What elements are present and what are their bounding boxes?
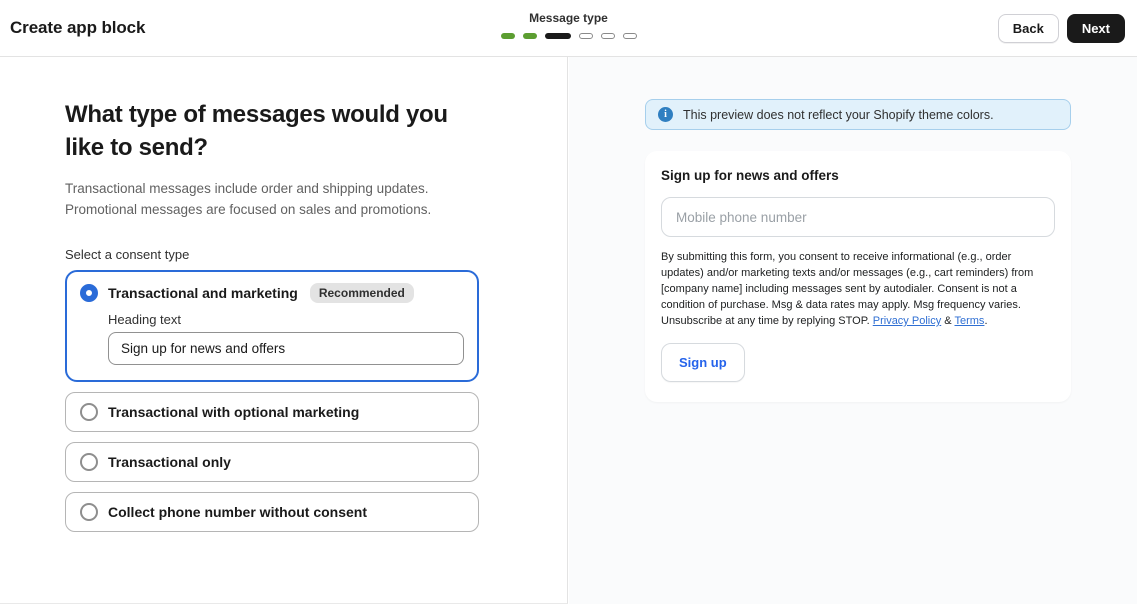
progress-step-label: Message type: [501, 11, 637, 25]
consent-type-label: Select a consent type: [65, 247, 527, 262]
progress-pill: [523, 33, 537, 39]
progress-pill: [545, 33, 571, 39]
back-button[interactable]: Back: [998, 14, 1059, 43]
consent-options-list: Transactional and marketing Recommended …: [65, 270, 479, 532]
option-transactional-only[interactable]: Transactional only: [65, 442, 479, 482]
legal-text: &: [941, 315, 954, 327]
option-label: Transactional with optional marketing: [108, 404, 359, 420]
heading-text-input[interactable]: [108, 332, 464, 365]
header-actions: Back Next: [998, 14, 1125, 43]
question-description: Transactional messages include order and…: [65, 178, 495, 220]
signup-form-preview: Sign up for news and offers By submittin…: [645, 151, 1071, 402]
radio-icon[interactable]: [80, 503, 98, 521]
progress-pill: [601, 33, 615, 39]
option-label: Transactional only: [108, 454, 231, 470]
legal-disclaimer: By submitting this form, you consent to …: [661, 249, 1055, 329]
preview-panel: i This preview does not reflect your Sho…: [569, 57, 1137, 604]
option-collect-phone-without-consent[interactable]: Collect phone number without consent: [65, 492, 479, 532]
sign-up-button[interactable]: Sign up: [661, 343, 745, 382]
progress-pill: [501, 33, 515, 39]
description-line: Transactional messages include order and…: [65, 181, 428, 196]
option-transactional-and-marketing[interactable]: Transactional and marketing Recommended …: [65, 270, 479, 382]
theme-info-banner: i This preview does not reflect your Sho…: [645, 99, 1071, 130]
wizard-header: Create app block Message type Back Next: [0, 0, 1137, 57]
progress-pill: [623, 33, 637, 39]
privacy-policy-link[interactable]: Privacy Policy: [873, 315, 941, 327]
description-line: Promotional messages are focused on sale…: [65, 202, 431, 217]
page-title: Create app block: [10, 18, 145, 38]
radio-icon[interactable]: [80, 453, 98, 471]
mobile-phone-input[interactable]: [661, 197, 1055, 237]
progress-pills: [501, 33, 637, 39]
settings-panel: What type of messages would you like to …: [0, 57, 568, 604]
progress-indicator: Message type: [501, 11, 637, 39]
heading-text-label: Heading text: [108, 312, 464, 327]
legal-text: .: [984, 315, 987, 327]
option-label: Collect phone number without consent: [108, 504, 367, 520]
question-heading: What type of messages would you like to …: [65, 98, 470, 164]
terms-link[interactable]: Terms: [954, 315, 984, 327]
option-transactional-with-optional-marketing[interactable]: Transactional with optional marketing: [65, 392, 479, 432]
next-button[interactable]: Next: [1067, 14, 1125, 43]
progress-pill: [579, 33, 593, 39]
info-icon: i: [658, 107, 673, 122]
option-label: Transactional and marketing: [108, 285, 298, 301]
signup-form-title: Sign up for news and offers: [661, 168, 1055, 183]
radio-selected-icon[interactable]: [80, 284, 98, 302]
heading-text-field-group: Heading text: [108, 312, 464, 365]
recommended-badge: Recommended: [310, 283, 414, 303]
banner-text: This preview does not reflect your Shopi…: [683, 108, 994, 122]
radio-icon[interactable]: [80, 403, 98, 421]
